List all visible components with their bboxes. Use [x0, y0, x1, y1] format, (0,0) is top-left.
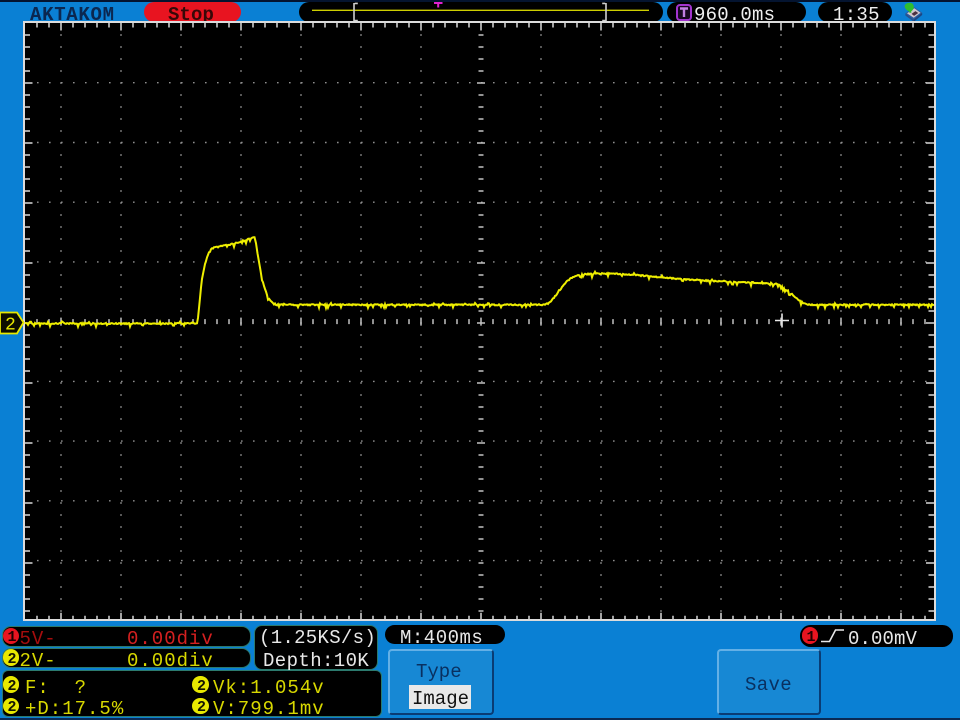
svg-text:2: 2 [5, 316, 16, 336]
